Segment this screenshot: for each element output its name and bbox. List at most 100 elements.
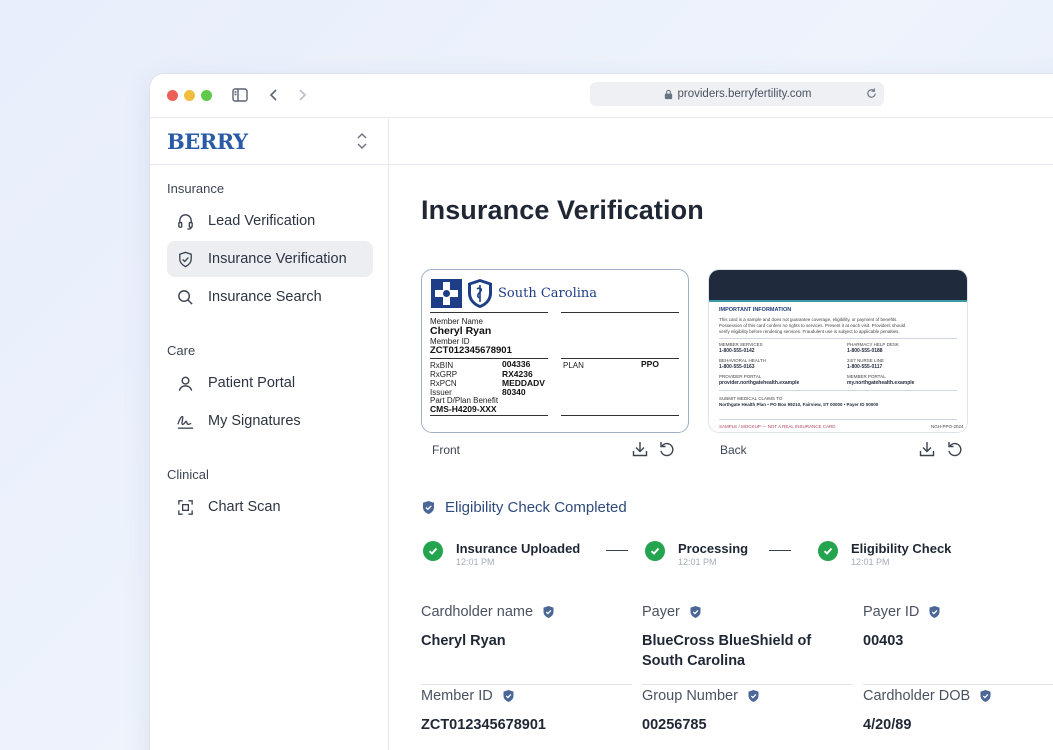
- sidebar-item-label: Insurance Search: [208, 289, 322, 305]
- section-label-insurance: Insurance: [167, 181, 225, 196]
- field-label: Member ID: [421, 688, 493, 704]
- rotate-icon[interactable]: [946, 440, 964, 458]
- field-cardholder-dob: Cardholder DOB 4/20/89: [863, 688, 1053, 735]
- download-icon[interactable]: [918, 440, 936, 458]
- contact-value: 1-800-555-0188: [847, 348, 883, 354]
- bcbs-logo: South Carolina: [431, 278, 597, 309]
- field-divider: [863, 684, 1053, 685]
- contact-label: MEMBER PORTAL: [847, 374, 886, 379]
- step-connector: [606, 550, 628, 551]
- eligibility-status-text: Eligibility Check Completed: [445, 499, 627, 516]
- blue-shield-logo-icon: [468, 279, 492, 308]
- field-label: Group Number: [642, 688, 738, 704]
- field-value: 00403: [863, 633, 904, 649]
- contact-value: 1-800-555-0142: [719, 348, 755, 354]
- back-card-header: IMPORTANT INFORMATION: [719, 307, 792, 313]
- card-divider: [561, 358, 679, 359]
- contact-label: PHARMACY HELP DESK: [847, 342, 899, 347]
- card-magnetic-band: [709, 270, 967, 300]
- rxgrp-label: RxGRP: [430, 370, 458, 379]
- step-eligibility-check: Eligibility Check 12:01 PM: [818, 541, 951, 567]
- search-icon: [178, 289, 193, 305]
- browser-window: providers.berryfertility.com BERRY Insur…: [150, 74, 1053, 750]
- step-title: Insurance Uploaded: [456, 541, 581, 556]
- field-value: 00256785: [642, 717, 707, 733]
- signature-icon: [177, 415, 194, 429]
- insurance-card-back[interactable]: IMPORTANT INFORMATION This card is a sam…: [708, 269, 968, 433]
- field-label: Payer: [642, 604, 680, 620]
- browser-titlebar: providers.berryfertility.com: [150, 74, 1053, 117]
- issuer-value: 80340: [502, 387, 526, 397]
- sidebar-toggle-icon[interactable]: [230, 85, 250, 105]
- sidebar-item-label: Patient Portal: [208, 375, 296, 391]
- rxbin-value: 004336: [502, 359, 531, 369]
- contact-label: BEHAVIORAL HEALTH: [719, 358, 766, 363]
- sidebar-item-insurance-search[interactable]: Insurance Search: [167, 279, 373, 315]
- sidebar-item-lead-verification[interactable]: Lead Verification: [167, 203, 373, 239]
- step-connector: [769, 550, 791, 551]
- field-group-number: Group Number 00256785: [642, 688, 842, 735]
- scan-icon: [178, 499, 193, 515]
- reload-icon[interactable]: [865, 87, 878, 100]
- card-accent-stripe: [709, 300, 967, 302]
- verified-shield-icon: [543, 606, 554, 618]
- verified-shield-icon: [423, 501, 434, 514]
- berry-logo[interactable]: BERRY: [167, 129, 248, 154]
- sidebar-header: BERRY: [150, 118, 388, 165]
- card-code: NGH-PPO-2024: [931, 424, 964, 429]
- minimize-window-button[interactable]: [184, 90, 195, 101]
- card-divider: [430, 415, 548, 416]
- verified-shield-icon: [690, 606, 701, 618]
- main-header: [389, 117, 1053, 165]
- claims-label: SUBMIT MEDICAL CLAIMS TO: [719, 396, 783, 401]
- verified-shield-icon: [929, 606, 940, 618]
- sidebar-item-insurance-verification[interactable]: Insurance Verification: [167, 241, 373, 277]
- sidebar-item-label: My Signatures: [208, 413, 301, 429]
- contact-value: 1-800-555-0117: [847, 364, 883, 370]
- close-window-button[interactable]: [167, 90, 178, 101]
- field-label: Cardholder DOB: [863, 688, 971, 704]
- plan-value: PPO: [641, 359, 659, 369]
- contact-value: provider.northgatehealth.example: [719, 380, 800, 386]
- insurance-card-front[interactable]: South Carolina Member Name Cheryl Ryan M…: [421, 269, 689, 433]
- front-card-caption: Front: [432, 443, 461, 457]
- field-value: Cheryl Ryan: [421, 633, 506, 649]
- back-arrow-icon[interactable]: [264, 85, 284, 105]
- field-cardholder-name: Cardholder name Cheryl Ryan: [421, 604, 621, 651]
- field-label: Payer ID: [863, 604, 920, 620]
- card-state: South Carolina: [498, 286, 598, 301]
- field-value: 4/20/89: [863, 717, 912, 733]
- rxpcn-label: RxPCN: [430, 379, 457, 388]
- member-name-value: Cheryl Ryan: [430, 325, 492, 337]
- field-label: Cardholder name: [421, 604, 534, 620]
- chevron-up-down-icon[interactable]: [354, 130, 370, 152]
- contact-value: my.northgatehealth.example: [847, 380, 915, 386]
- sidebar-item-patient-portal[interactable]: Patient Portal: [167, 365, 373, 401]
- step-time: 12:01 PM: [456, 557, 495, 567]
- step-title: Processing: [678, 541, 749, 556]
- address-bar[interactable]: providers.berryfertility.com: [590, 82, 884, 106]
- sidebar-item-my-signatures[interactable]: My Signatures: [167, 403, 373, 439]
- rotate-icon[interactable]: [658, 440, 676, 458]
- sidebar: BERRY Insurance Lead Verification Insura…: [150, 117, 389, 750]
- section-label-care: Care: [167, 343, 196, 358]
- step-title: Eligibility Check: [851, 541, 952, 556]
- card-divider: [561, 415, 679, 416]
- check-circle-icon: [423, 541, 443, 561]
- field-divider: [642, 684, 853, 685]
- verified-shield-icon: [503, 690, 514, 702]
- sidebar-item-chart-scan[interactable]: Chart Scan: [167, 489, 373, 525]
- back-card-body: verify eligibility before rendering serv…: [719, 329, 900, 334]
- card-divider: [430, 312, 548, 313]
- section-label-clinical: Clinical: [167, 467, 209, 482]
- step-processing: Processing 12:01 PM: [645, 541, 748, 567]
- step-insurance-uploaded: Insurance Uploaded 12:01 PM: [423, 541, 580, 567]
- forward-arrow-icon[interactable]: [292, 85, 312, 105]
- maximize-window-button[interactable]: [201, 90, 212, 101]
- contact-label: PROVIDER PORTAL: [719, 374, 762, 379]
- download-icon[interactable]: [631, 440, 649, 458]
- eligibility-status: Eligibility Check Completed: [421, 499, 627, 516]
- sidebar-item-label: Insurance Verification: [208, 251, 347, 267]
- check-circle-icon: [645, 541, 665, 561]
- blue-cross-logo-icon: [431, 279, 462, 308]
